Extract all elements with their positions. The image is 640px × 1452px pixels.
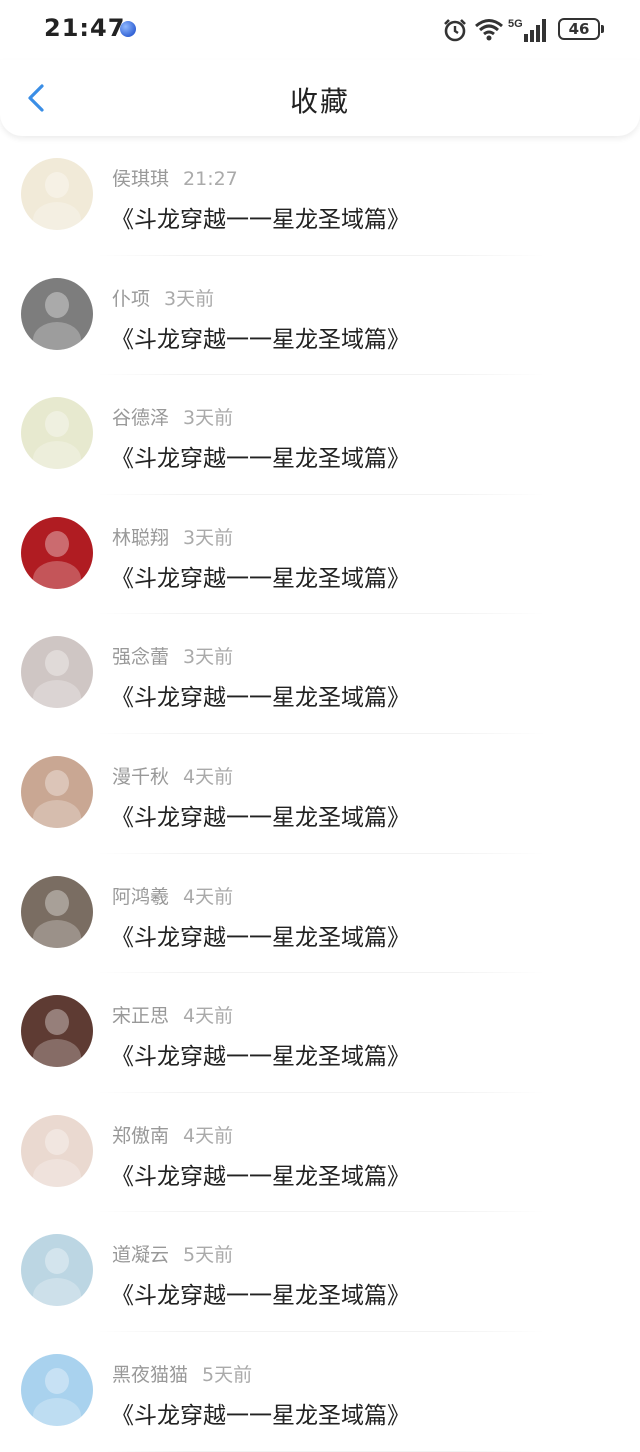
avatar[interactable]	[21, 636, 93, 709]
book-title[interactable]: 《斗龙穿越一一星龙圣域篇》	[111, 798, 410, 832]
timestamp: 4天前	[183, 1124, 234, 1147]
timestamp: 3天前	[164, 287, 215, 310]
timestamp: 4天前	[183, 765, 234, 788]
page-title: 收藏	[289, 85, 350, 118]
avatar[interactable]	[21, 516, 93, 589]
user-name[interactable]: 郑傲南	[112, 1125, 169, 1147]
timestamp: 4天前	[183, 1005, 234, 1028]
user-name[interactable]: 漫千秋	[112, 766, 169, 788]
divider	[96, 1450, 546, 1452]
battery-icon: 46	[558, 18, 604, 40]
item-meta: 漫千秋 4天前	[112, 762, 233, 789]
item-meta: 黑夜猫猫 5天前	[112, 1360, 252, 1387]
book-title[interactable]: 《斗龙穿越一一星龙圣域篇》	[111, 559, 410, 593]
user-name[interactable]: 强念蕾	[112, 646, 169, 668]
list-item[interactable]: 道凝云 5天前《斗龙穿越一一星龙圣域篇》	[0, 1212, 640, 1332]
book-title[interactable]: 《斗龙穿越一一星龙圣域篇》	[111, 1037, 410, 1071]
avatar[interactable]	[21, 755, 93, 828]
avatar[interactable]	[21, 995, 93, 1068]
user-name[interactable]: 黑夜猫猫	[112, 1364, 188, 1386]
item-meta: 强念蕾 3天前	[112, 642, 233, 669]
timestamp: 4天前	[183, 885, 234, 908]
header-bar: 收藏	[0, 60, 640, 136]
timestamp: 21:27	[183, 168, 238, 190]
user-name[interactable]: 仆项	[112, 288, 150, 310]
book-title[interactable]: 《斗龙穿越一一星龙圣域篇》	[111, 678, 410, 712]
book-title[interactable]: 《斗龙穿越一一星龙圣域篇》	[111, 439, 410, 473]
signal-icon: 5G	[508, 18, 546, 42]
timestamp: 3天前	[183, 526, 234, 549]
book-title[interactable]: 《斗龙穿越一一星龙圣域篇》	[111, 918, 410, 952]
item-meta: 宋正思 4天前	[112, 1001, 233, 1028]
item-meta: 林聪翔 3天前	[112, 523, 233, 550]
avatar[interactable]	[21, 1353, 93, 1426]
list-item[interactable]: 郑傲南 4天前《斗龙穿越一一星龙圣域篇》	[0, 1093, 640, 1213]
timestamp: 5天前	[202, 1363, 253, 1386]
list-item[interactable]: 漫千秋 4天前《斗龙穿越一一星龙圣域篇》	[0, 734, 640, 854]
item-meta: 郑傲南 4天前	[112, 1121, 233, 1148]
avatar[interactable]	[21, 397, 93, 470]
avatar[interactable]	[21, 1114, 93, 1187]
book-title[interactable]: 《斗龙穿越一一星龙圣域篇》	[111, 200, 410, 234]
user-name[interactable]: 阿鸿羲	[112, 886, 169, 908]
book-title[interactable]: 《斗龙穿越一一星龙圣域篇》	[111, 1396, 410, 1430]
item-meta: 侯琪琪 21:27	[112, 164, 238, 191]
item-meta: 谷德泽 3天前	[112, 403, 233, 430]
item-meta: 仆项 3天前	[112, 284, 214, 311]
avatar[interactable]	[21, 277, 93, 350]
list-item[interactable]: 谷德泽 3天前《斗龙穿越一一星龙圣域篇》	[0, 375, 640, 495]
user-name[interactable]: 道凝云	[112, 1244, 169, 1266]
favorites-list: 侯琪琪 21:27 《斗龙穿越一一星龙圣域篇》 仆项 3天前 《斗龙穿越一一星龙圣域篇》谷…	[0, 136, 640, 1452]
list-item[interactable]: 宋正思 4天前《斗龙穿越一一星龙圣域篇》	[0, 973, 640, 1093]
item-meta: 道凝云 5天前	[112, 1240, 233, 1267]
user-name[interactable]: 谷德泽	[112, 407, 169, 429]
book-title[interactable]: 《斗龙穿越一一星龙圣域篇》	[111, 320, 410, 354]
user-name[interactable]: 侯琪琪	[112, 168, 169, 190]
wifi-icon	[475, 19, 503, 41]
user-name[interactable]: 林聪翔	[112, 527, 169, 549]
list-item[interactable]: 侯琪琪 21:27 《斗龙穿越一一星龙圣域篇》	[0, 136, 640, 256]
item-meta: 阿鸿羲 4天前	[112, 882, 233, 909]
avatar[interactable]	[21, 158, 93, 230]
status-bar: 21:47 5G 46	[0, 0, 640, 60]
list-item[interactable]: 阿鸿羲 4天前《斗龙穿越一一星龙圣域篇》	[0, 854, 640, 974]
list-item[interactable]: 仆项 3天前《斗龙穿越一一星龙圣域篇》	[0, 256, 640, 376]
timestamp: 5天前	[183, 1244, 234, 1267]
alarm-icon	[444, 19, 466, 42]
app-notification-icon	[120, 21, 136, 37]
book-title[interactable]: 《斗龙穿越一一星龙圣域篇》	[111, 1276, 410, 1310]
list-item[interactable]: 黑夜猫猫 5天前《斗龙穿越一一星龙圣域篇》	[0, 1332, 640, 1452]
timestamp: 3天前	[183, 407, 234, 430]
list-item[interactable]: 强念蕾 3天前《斗龙穿越一一星龙圣域篇》	[0, 614, 640, 734]
avatar[interactable]	[21, 875, 93, 948]
list-item[interactable]: 林聪翔 3天前《斗龙穿越一一星龙圣域篇》	[0, 495, 640, 615]
timestamp: 3天前	[183, 646, 234, 669]
signal-type-label: 5G	[508, 18, 523, 30]
book-title[interactable]: 《斗龙穿越一一星龙圣域篇》	[111, 1157, 410, 1191]
status-time: 21:47	[44, 14, 126, 42]
avatar[interactable]	[21, 1234, 93, 1307]
user-name[interactable]: 宋正思	[112, 1005, 169, 1027]
